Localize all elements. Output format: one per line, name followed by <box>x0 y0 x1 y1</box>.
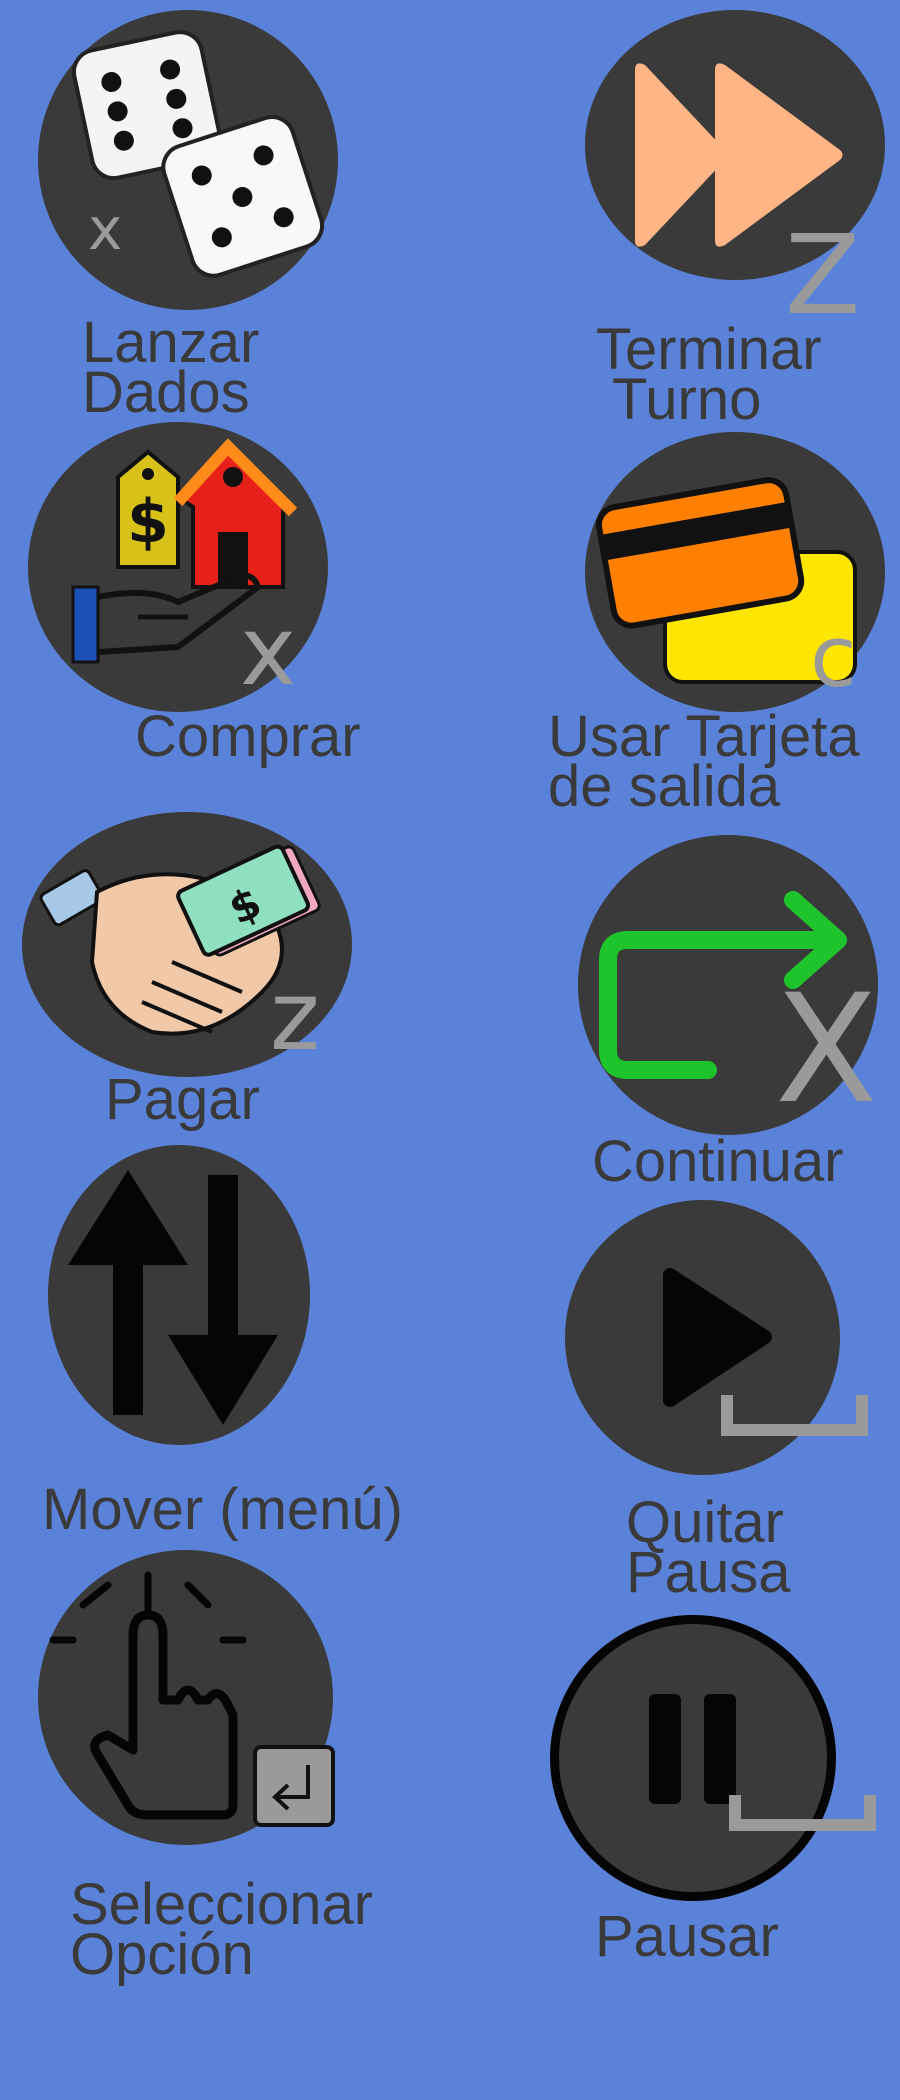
dice-icon <box>38 10 338 310</box>
use-card-button[interactable]: c Usar Tarjeta de salida <box>450 420 900 820</box>
enter-key-icon <box>253 1745 335 1827</box>
key-hint: z <box>270 962 320 1072</box>
move-menu-button[interactable]: Mover (menú) <box>0 1140 450 1540</box>
button-label: Continuar <box>592 1129 844 1194</box>
button-label: Usar Tarjeta de salida <box>548 704 860 819</box>
svg-text:$: $ <box>127 487 169 557</box>
button-label: Terminar Turno <box>596 317 822 432</box>
up-down-arrows-icon <box>48 1145 310 1445</box>
pause-icon <box>550 1615 836 1901</box>
button-label: Pausar <box>595 1904 779 1969</box>
space-key-icon <box>729 1795 876 1831</box>
key-hint: c <box>810 608 857 707</box>
button-label: Seleccionar Opción <box>70 1872 374 1987</box>
pause-button[interactable]: Pausar <box>450 1600 900 2000</box>
button-label: Pagar <box>105 1067 260 1132</box>
space-key-icon <box>721 1395 868 1436</box>
key-hint: x <box>88 195 123 263</box>
roll-dice-button[interactable]: x Lanzar Dados <box>0 0 450 425</box>
key-hint: x <box>240 597 297 707</box>
select-option-button[interactable]: Seleccionar Opción <box>0 1540 450 1990</box>
button-label: Comprar <box>135 704 361 769</box>
end-turn-button[interactable]: Z Terminar Turno <box>450 0 900 429</box>
key-hint: Z <box>785 211 861 339</box>
key-hint: X <box>775 963 878 1137</box>
button-label: Quitar Pausa <box>626 1490 791 1605</box>
continue-button[interactable]: X Continuar <box>450 820 900 1200</box>
pay-button[interactable]: $ z Pagar <box>0 800 450 1140</box>
unpause-button[interactable]: Quitar Pausa <box>450 1200 900 1605</box>
button-label: Lanzar Dados <box>82 310 260 425</box>
button-label: Mover (menú) <box>42 1477 403 1542</box>
buy-button[interactable]: $ x Comprar <box>0 420 450 800</box>
